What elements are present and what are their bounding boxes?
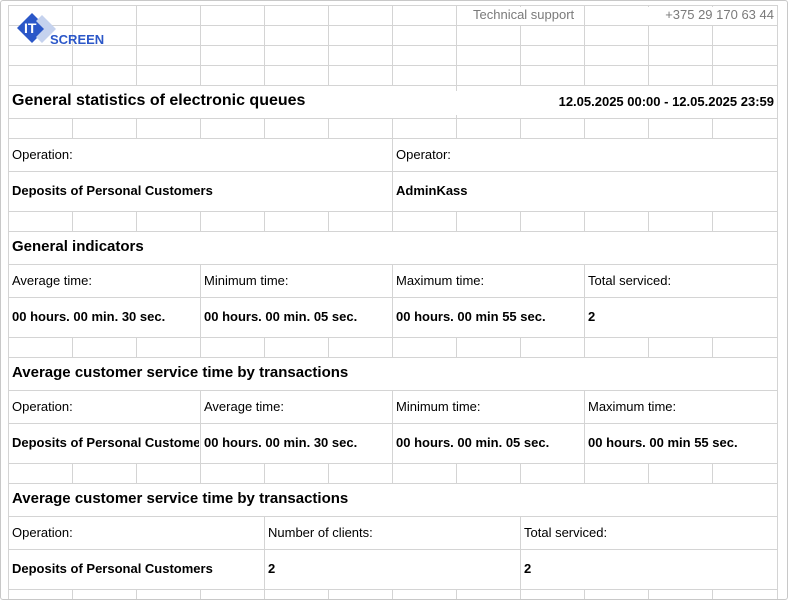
clients-operation-value: Deposits of Personal Customers [9,561,263,579]
transactions-max-value: 00 hours. 00 min 55 sec. [585,435,777,453]
report-title: General statistics of electronic queues [9,91,457,115]
transactions-min-label: Minimum time: [393,399,583,417]
general-avg-label: Average time: [9,273,199,291]
general-indicators-title: General indicators [9,238,777,260]
operator-label: Operator: [393,147,777,165]
support-label: Technical support [470,7,584,25]
general-total-value: 2 [585,309,777,327]
transactions-clients-title: Average customer service time by transac… [9,490,777,512]
transactions-operation-label: Operation: [9,399,199,417]
transactions-operation-value: Deposits of Personal Customers [9,435,199,453]
logo-screen-text: SCREEN [50,32,105,47]
transactions-avg-value: 00 hours. 00 min. 30 sec. [201,435,391,453]
general-max-label: Maximum time: [393,273,583,291]
transactions-min-value: 00 hours. 00 min. 05 sec. [393,435,583,453]
clients-count-label: Number of clients: [265,525,519,543]
general-total-label: Total serviced: [585,273,777,291]
report-period: 12.05.2025 00:00 - 12.05.2025 23:59 [458,94,777,112]
operation-value: Deposits of Personal Customers [9,183,391,201]
operator-value: AdminKass [393,183,777,201]
clients-total-value: 2 [521,561,777,579]
clients-total-label: Total serviced: [521,525,777,543]
general-max-value: 00 hours. 00 min 55 sec. [393,309,583,327]
general-min-value: 00 hours. 00 min. 05 sec. [201,309,391,327]
general-avg-value: 00 hours. 00 min. 30 sec. [9,309,199,327]
transactions-max-label: Maximum time: [585,399,777,417]
itscreen-logo: IT SCREEN [16,12,112,48]
clients-count-value: 2 [265,561,519,579]
transactions-title: Average customer service time by transac… [9,364,777,386]
spreadsheet-report: IT SCREEN Technical support +375 29 170 … [0,0,788,600]
clients-operation-label: Operation: [9,525,263,543]
general-min-label: Minimum time: [201,273,391,291]
operation-label: Operation: [9,147,391,165]
logo-it-text: IT [24,20,37,36]
transactions-avg-label: Average time: [201,399,391,417]
support-phone: +375 29 170 63 44 [585,7,777,25]
